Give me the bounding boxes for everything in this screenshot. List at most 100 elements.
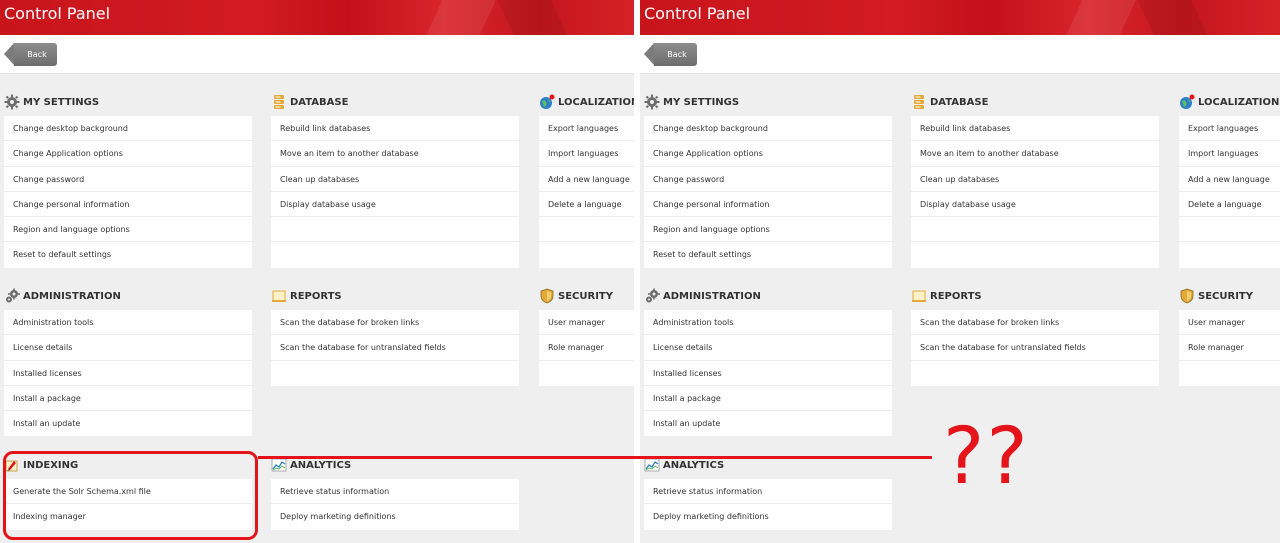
link-import-languages[interactable]: Import languages <box>539 141 634 167</box>
link-export-languages[interactable]: Export languages <box>539 116 634 142</box>
section-title: REPORTS <box>930 290 982 302</box>
link-scan-the-database-for-untranslated-fields[interactable]: Scan the database for untranslated field… <box>271 335 519 361</box>
link-move-an-item-to-another-database[interactable]: Move an item to another database <box>911 141 1159 167</box>
section-header: LOCALIZATION <box>539 88 634 116</box>
section-header: ADMINISTRATION <box>4 282 252 310</box>
section-administration: ADMINISTRATION Administration tools Licens… <box>644 282 892 437</box>
link-installed-licenses[interactable]: Installed licenses <box>644 361 892 386</box>
section-header: MY SETTINGS <box>4 88 252 116</box>
section-title: ADMINISTRATION <box>23 290 121 302</box>
section-item-list: Rebuild link databases Move an item to an… <box>271 116 519 268</box>
list-filler <box>539 242 634 267</box>
link-change-application-options[interactable]: Change Application options <box>644 141 892 167</box>
link-scan-the-database-for-untranslated-fields[interactable]: Scan the database for untranslated field… <box>911 335 1159 361</box>
link-delete-a-language[interactable]: Delete a language <box>1179 192 1280 218</box>
link-rebuild-link-databases[interactable]: Rebuild link databases <box>911 116 1159 142</box>
database-icon <box>911 94 927 110</box>
section-title: SECURITY <box>558 290 613 302</box>
link-import-languages[interactable]: Import languages <box>1179 141 1280 167</box>
toolbar: Back <box>0 35 634 74</box>
link-scan-the-database-for-broken-links[interactable]: Scan the database for broken links <box>271 310 519 336</box>
page-title: Control Panel <box>4 4 111 23</box>
globe-icon <box>539 94 555 110</box>
shield-icon <box>539 288 555 304</box>
link-deploy-marketing-definitions[interactable]: Deploy marketing definitions <box>644 504 892 529</box>
section-item-list: Administration tools License details Insta… <box>644 310 892 437</box>
link-reset-to-default-settings[interactable]: Reset to default settings <box>644 242 892 267</box>
link-install-an-update[interactable]: Install an update <box>644 411 892 436</box>
link-change-application-options[interactable]: Change Application options <box>4 141 252 167</box>
page-title: Control Panel <box>644 4 751 23</box>
section-administration: ADMINISTRATION Administration tools Licens… <box>4 282 252 437</box>
link-user-manager[interactable]: User manager <box>1179 310 1280 336</box>
section-title: ANALYTICS <box>290 459 352 471</box>
link-installed-licenses[interactable]: Installed licenses <box>4 361 252 386</box>
section-localization: LOCALIZATION Export languages Import langu… <box>1179 88 1280 268</box>
section-item-list: Change desktop background Change Applicat… <box>4 116 252 268</box>
link-change-personal-information[interactable]: Change personal information <box>644 192 892 218</box>
link-administration-tools[interactable]: Administration tools <box>644 310 892 336</box>
link-install-an-update[interactable]: Install an update <box>4 411 252 436</box>
gear-icon <box>644 94 660 110</box>
section-header: REPORTS <box>271 282 519 310</box>
link-clean-up-databases[interactable]: Clean up databases <box>911 167 1159 192</box>
link-install-a-package[interactable]: Install a package <box>4 386 252 412</box>
back-button[interactable]: Back <box>4 43 57 66</box>
header-bar: Control Panel <box>640 0 1280 35</box>
list-filler <box>1179 361 1280 386</box>
link-export-languages[interactable]: Export languages <box>1179 116 1280 142</box>
list-filler <box>539 217 634 243</box>
link-move-an-item-to-another-database[interactable]: Move an item to another database <box>271 141 519 167</box>
section-database: DATABASE Rebuild link databases Move an it… <box>271 88 519 268</box>
link-install-a-package[interactable]: Install a package <box>644 386 892 412</box>
link-administration-tools[interactable]: Administration tools <box>4 310 252 336</box>
list-filler <box>911 242 1159 267</box>
section-header: MY SETTINGS <box>644 88 892 116</box>
link-retrieve-status-information[interactable]: Retrieve status information <box>644 479 892 505</box>
section-localization: LOCALIZATION Export languages Import langu… <box>539 88 634 268</box>
link-change-desktop-background[interactable]: Change desktop background <box>644 116 892 142</box>
section-reports: REPORTS Scan the database for broken link… <box>911 282 1159 386</box>
link-scan-the-database-for-broken-links[interactable]: Scan the database for broken links <box>911 310 1159 336</box>
section-title: ADMINISTRATION <box>663 290 761 302</box>
annotation-arrow-line <box>258 456 932 459</box>
list-filler <box>911 217 1159 243</box>
link-deploy-marketing-definitions[interactable]: Deploy marketing definitions <box>271 504 519 529</box>
link-license-details[interactable]: License details <box>644 335 892 361</box>
link-add-a-new-language[interactable]: Add a new language <box>539 167 634 192</box>
back-button[interactable]: Back <box>644 43 697 66</box>
list-filler <box>1179 217 1280 243</box>
link-change-desktop-background[interactable]: Change desktop background <box>4 116 252 142</box>
section-item-list: Export languages Import languages Add a ne… <box>1179 116 1280 268</box>
link-delete-a-language[interactable]: Delete a language <box>539 192 634 218</box>
link-rebuild-link-databases[interactable]: Rebuild link databases <box>271 116 519 142</box>
link-clean-up-databases[interactable]: Clean up databases <box>271 167 519 192</box>
section-header: SECURITY <box>539 282 634 310</box>
link-role-manager[interactable]: Role manager <box>1179 335 1280 361</box>
link-display-database-usage[interactable]: Display database usage <box>271 192 519 218</box>
link-reset-to-default-settings[interactable]: Reset to default settings <box>4 242 252 267</box>
link-change-password[interactable]: Change password <box>644 167 892 192</box>
section-my-settings: MY SETTINGS Change desktop background Chan… <box>644 88 892 268</box>
section-item-list: Retrieve status information Deploy market… <box>271 479 519 530</box>
link-change-personal-information[interactable]: Change personal information <box>4 192 252 218</box>
link-add-a-new-language[interactable]: Add a new language <box>1179 167 1280 192</box>
database-icon <box>271 94 287 110</box>
section-item-list: Rebuild link databases Move an item to an… <box>911 116 1159 268</box>
section-security: SECURITY User manager Role manager <box>539 282 634 386</box>
section-reports: REPORTS Scan the database for broken link… <box>271 282 519 386</box>
link-user-manager[interactable]: User manager <box>539 310 634 336</box>
link-retrieve-status-information[interactable]: Retrieve status information <box>271 479 519 505</box>
link-region-and-language-options[interactable]: Region and language options <box>4 217 252 243</box>
link-license-details[interactable]: License details <box>4 335 252 361</box>
section-header: DATABASE <box>911 88 1159 116</box>
link-change-password[interactable]: Change password <box>4 167 252 192</box>
section-header: DATABASE <box>271 88 519 116</box>
annotation-question-marks: ?? <box>943 412 1030 502</box>
link-role-manager[interactable]: Role manager <box>539 335 634 361</box>
link-region-and-language-options[interactable]: Region and language options <box>644 217 892 243</box>
section-header: ADMINISTRATION <box>644 282 892 310</box>
annotation-highlight-box <box>3 451 258 540</box>
list-filler <box>911 361 1159 386</box>
link-display-database-usage[interactable]: Display database usage <box>911 192 1159 218</box>
